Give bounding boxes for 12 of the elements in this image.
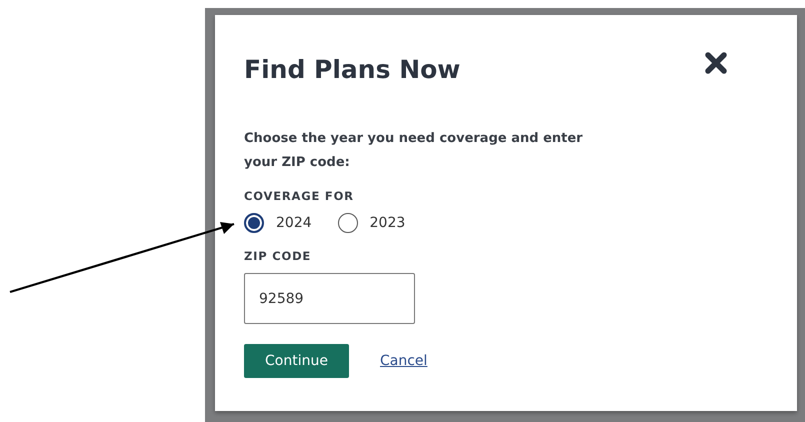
radio-button[interactable]	[338, 213, 358, 233]
radio-label[interactable]: 2023	[370, 215, 406, 231]
cancel-link[interactable]: Cancel	[380, 353, 428, 369]
instructions-text: Choose the year you need coverage and enter your ZIP code:	[244, 130, 584, 172]
close-icon[interactable]	[705, 52, 727, 74]
zip-input[interactable]: 92589	[244, 273, 415, 324]
continue-button[interactable]: Continue	[244, 344, 349, 378]
zip-label: ZIP CODE	[244, 249, 312, 263]
dialog-title: Find Plans Now	[244, 55, 460, 85]
radio-label[interactable]: 2024	[276, 215, 312, 231]
coverage-label: COVERAGE FOR	[244, 189, 355, 203]
radio-button[interactable]	[244, 213, 264, 233]
